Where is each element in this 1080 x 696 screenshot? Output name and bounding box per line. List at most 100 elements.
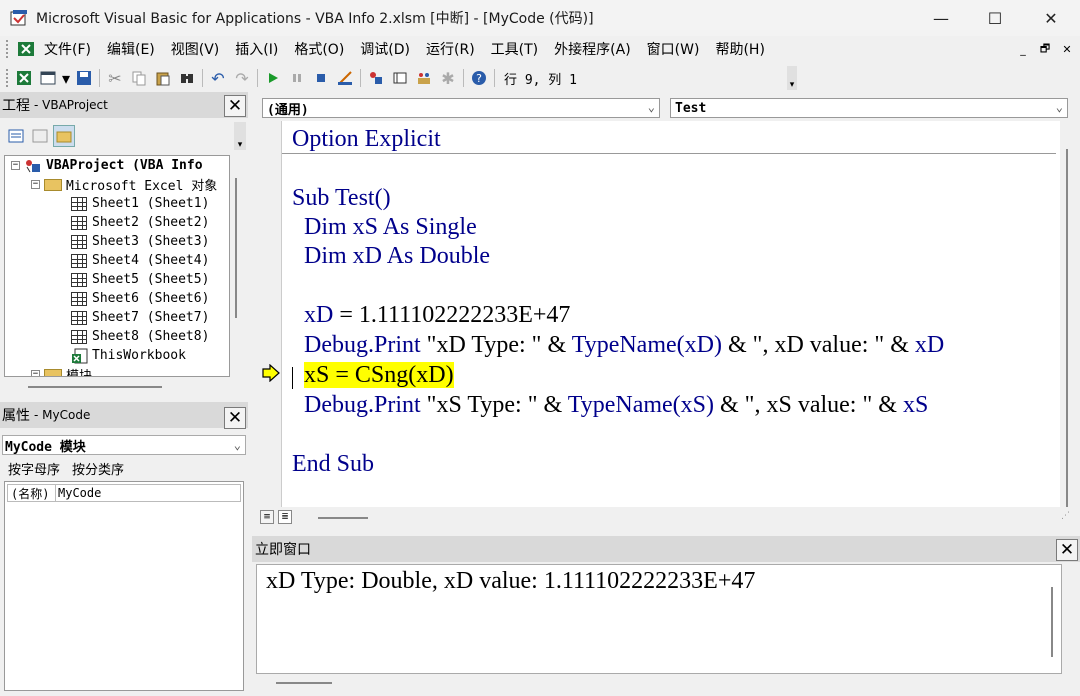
project-toolbar xyxy=(4,122,76,150)
tree-item-label: Sheet6 (Sheet6) xyxy=(92,291,210,306)
code-hscroll-thumb[interactable] xyxy=(318,517,368,519)
collapse-icon[interactable]: − xyxy=(31,370,40,376)
tree-item-sheet8[interactable]: Sheet8 (Sheet8) xyxy=(71,327,209,346)
redo-icon[interactable]: ↷ xyxy=(231,67,253,89)
cut-icon[interactable]: ✂ xyxy=(104,67,126,89)
menu-run[interactable]: 运行(R) xyxy=(418,39,483,59)
code-vscroll-thumb[interactable] xyxy=(1066,149,1068,509)
code-line-current: xS = CSng(xD) xyxy=(292,361,454,390)
chevron-down-icon[interactable]: ⌄ xyxy=(234,438,241,452)
close-button[interactable]: ✕ xyxy=(1023,0,1079,36)
undo-icon[interactable]: ↶ xyxy=(207,67,229,89)
collapse-icon[interactable]: − xyxy=(11,161,20,170)
dropdown-arrow-icon[interactable]: ▾ xyxy=(61,67,71,89)
toggle-folders-icon[interactable] xyxy=(53,125,75,147)
sheet-icon xyxy=(71,215,87,230)
procedure-combo[interactable]: Test ⌄ xyxy=(670,98,1068,118)
object-combo[interactable]: (通用) ⌄ xyxy=(262,98,660,118)
menu-tools[interactable]: 工具(T) xyxy=(483,39,546,59)
procedure-combo-label: Test xyxy=(675,100,707,116)
property-value[interactable]: MyCode xyxy=(56,486,101,500)
menu-debug[interactable]: 调试(D) xyxy=(352,39,418,59)
design-mode-icon[interactable] xyxy=(334,67,356,89)
toolbar-overflow-icon[interactable]: ▾ xyxy=(787,66,797,90)
tree-item-sheet3[interactable]: Sheet3 (Sheet3) xyxy=(71,232,209,251)
view-code-icon[interactable] xyxy=(5,125,27,147)
view-object-icon[interactable] xyxy=(29,125,51,147)
chevron-down-icon[interactable]: ⌄ xyxy=(1056,100,1063,114)
property-name: (名称) xyxy=(8,484,56,502)
project-close-button[interactable]: ✕ xyxy=(224,95,246,117)
break-icon[interactable] xyxy=(286,67,308,89)
project-tree-vscroll[interactable] xyxy=(235,178,237,318)
maximize-button[interactable]: ☐ xyxy=(967,0,1023,36)
tree-item-thisworkbook[interactable]: ThisWorkbook xyxy=(71,346,186,365)
menu-format[interactable]: 格式(O) xyxy=(286,39,352,59)
copy-icon[interactable] xyxy=(128,67,150,89)
code-line-print-xd: Debug.Print "xD Type: " & TypeName(xD) &… xyxy=(304,332,945,358)
mdi-restore-button[interactable]: 🗗 xyxy=(1034,36,1056,62)
properties-object-select[interactable]: MyCode 模块 ⌄ xyxy=(2,435,246,455)
code-editor[interactable]: Option Explicit Sub Test() Dim xS As Sin… xyxy=(282,121,1056,507)
help-icon[interactable]: ? xyxy=(468,67,490,89)
execution-arrow-icon xyxy=(262,364,280,382)
properties-window-icon[interactable] xyxy=(389,67,411,89)
code-margin[interactable] xyxy=(256,121,282,507)
immediate-close-button[interactable]: ✕ xyxy=(1056,539,1078,561)
find-icon[interactable] xyxy=(176,67,198,89)
tree-item-sheet2[interactable]: Sheet2 (Sheet2) xyxy=(71,213,209,232)
tree-item-label: Sheet5 (Sheet5) xyxy=(92,272,210,287)
full-module-view-icon[interactable]: ≣ xyxy=(278,510,292,524)
menu-edit[interactable]: 编辑(E) xyxy=(99,39,163,59)
tree-item-sheet6[interactable]: Sheet6 (Sheet6) xyxy=(71,289,209,308)
run-icon[interactable] xyxy=(262,67,284,89)
project-toolbar-overflow-icon[interactable]: ▾ xyxy=(234,122,246,150)
paste-icon[interactable] xyxy=(152,67,174,89)
reset-icon[interactable] xyxy=(310,67,332,89)
properties-title: 属性 xyxy=(2,408,30,424)
tree-item-sheet5[interactable]: Sheet5 (Sheet5) xyxy=(71,270,209,289)
tree-root-label: VBAProject (VBA Info xyxy=(46,158,203,173)
tree-modules-node[interactable]: − 模块 xyxy=(31,365,92,376)
menu-help[interactable]: 帮助(H) xyxy=(707,39,772,59)
immediate-hscrollbar[interactable] xyxy=(256,674,1062,692)
project-explorer-icon[interactable] xyxy=(365,67,387,89)
menu-addins[interactable]: 外接程序(A) xyxy=(546,39,639,59)
procedure-view-icon[interactable]: ≡ xyxy=(260,510,274,524)
project-tree-hscroll[interactable] xyxy=(28,386,162,388)
excel-view-icon[interactable] xyxy=(16,39,36,59)
mdi-minimize-button[interactable]: _ xyxy=(1012,36,1034,62)
object-browser-icon[interactable] xyxy=(413,67,435,89)
tree-root-node[interactable]: − VBAProject (VBA Info xyxy=(11,156,203,175)
properties-grid: (名称) MyCode xyxy=(4,481,244,691)
toolbar-separator xyxy=(257,69,258,87)
properties-close-button[interactable]: ✕ xyxy=(224,407,246,429)
tree-item-sheet4[interactable]: Sheet4 (Sheet4) xyxy=(71,251,209,270)
menu-window[interactable]: 窗口(W) xyxy=(639,39,708,59)
minimize-button[interactable]: — xyxy=(913,0,969,36)
resize-grip-icon: ⋰ xyxy=(1061,511,1070,521)
menu-view[interactable]: 视图(V) xyxy=(163,39,228,59)
toolbar-separator xyxy=(360,69,361,87)
tab-categorized[interactable]: 按分类序 xyxy=(68,459,128,481)
tree-item-sheet7[interactable]: Sheet7 (Sheet7) xyxy=(71,308,209,327)
code-vscrollbar[interactable] xyxy=(1060,121,1076,509)
immediate-hscroll-thumb[interactable] xyxy=(276,682,332,684)
properties-pane-title: 属性 - MyCode xyxy=(0,402,248,428)
menu-insert[interactable]: 插入(I) xyxy=(227,39,286,59)
tree-item-sheet1[interactable]: Sheet1 (Sheet1) xyxy=(71,194,209,213)
tab-alphabetic[interactable]: 按字母序 xyxy=(4,459,64,481)
tree-excel-objects-node[interactable]: − Microsoft Excel 对象 xyxy=(31,175,217,194)
toolbar-separator xyxy=(202,69,203,87)
property-row-name[interactable]: (名称) MyCode xyxy=(7,484,241,502)
save-icon[interactable] xyxy=(73,67,95,89)
excel-icon[interactable] xyxy=(13,67,35,89)
mdi-close-button[interactable]: ✕ xyxy=(1056,36,1078,62)
code-bottom-bar: ≡ ≣ ⋰ xyxy=(256,507,1076,527)
insert-userform-icon[interactable] xyxy=(37,67,59,89)
collapse-icon[interactable]: − xyxy=(31,180,40,189)
immediate-vscroll-thumb[interactable] xyxy=(1051,587,1053,657)
menu-file[interactable]: 文件(F) xyxy=(36,39,99,59)
chevron-down-icon[interactable]: ⌄ xyxy=(648,100,655,114)
toolbox-icon[interactable]: ✱ xyxy=(437,67,459,89)
